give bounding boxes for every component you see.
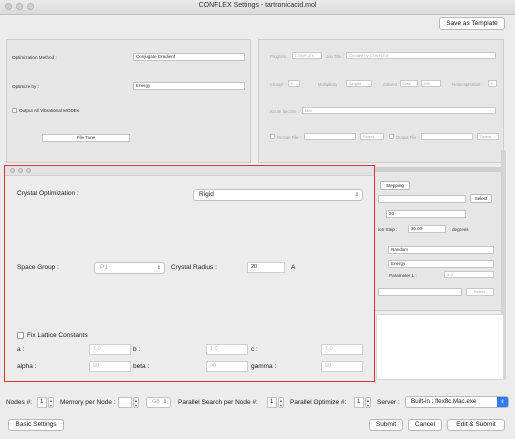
cancel-button[interactable]: Cancel bbox=[408, 419, 442, 431]
lattice-gamma-label: gamma : bbox=[251, 363, 277, 370]
output-file-label: Output File : bbox=[396, 135, 419, 140]
memory-label: Memory per Node : bbox=[60, 399, 116, 406]
submit-button[interactable]: Submit bbox=[369, 419, 403, 431]
route-field[interactable]: MM bbox=[302, 107, 496, 114]
restart-file-label: Restart File : bbox=[277, 135, 301, 140]
lattice-a-label: a : bbox=[17, 346, 25, 353]
output-vib-label: Output All Vibrational MODEs bbox=[19, 108, 80, 113]
charge-label: Charge : bbox=[270, 82, 287, 87]
output-select-button[interactable]: Select... bbox=[477, 133, 499, 140]
search-count-field[interactable]: 20 bbox=[386, 210, 466, 218]
memory-field[interactable] bbox=[118, 397, 132, 408]
crystal-close-button[interactable] bbox=[10, 168, 15, 173]
program-label: Program : bbox=[270, 54, 289, 59]
crystal-optimization-select[interactable]: Rigid ⇕ bbox=[193, 189, 363, 201]
lattice-alpha-field[interactable]: 90 bbox=[89, 361, 131, 372]
multiplicity-select[interactable]: Singlet bbox=[346, 80, 372, 87]
search-file-field[interactable] bbox=[378, 195, 466, 203]
search-select-button[interactable]: Select bbox=[470, 194, 492, 203]
parallel-opt-stepper[interactable]: ▲ ▼ bbox=[365, 397, 371, 408]
selection-mode-select[interactable]: Random bbox=[388, 246, 494, 254]
window-title: CONFLEX Settings - tartronicacid.mol bbox=[198, 2, 317, 9]
tab-stepping[interactable]: Stepping bbox=[380, 181, 410, 190]
optimize-by-field[interactable]: Energy bbox=[133, 82, 245, 90]
rotation-step-label: ion Step : bbox=[378, 227, 398, 232]
chevron-updown-icon: ⇕ bbox=[354, 192, 359, 198]
restart-select-button[interactable]: Select... bbox=[360, 133, 384, 140]
nodes-label: Nodes #: bbox=[6, 399, 33, 406]
nodes-stepper[interactable]: ▲ ▼ bbox=[48, 397, 54, 408]
solvent-select[interactable]: Gas bbox=[400, 80, 418, 87]
crystal-radius-unit: A bbox=[291, 264, 296, 271]
crystal-titlebar bbox=[5, 166, 374, 176]
rotation-step-unit: degrees bbox=[452, 227, 469, 232]
server-label: Server : bbox=[377, 399, 400, 406]
memory-unit-select[interactable]: GB ⇕ bbox=[146, 397, 171, 408]
parameter-l-label: Parameter L : bbox=[389, 273, 417, 278]
crystal-optimization-label: Crystal Optimization : bbox=[17, 190, 79, 197]
program-field[interactable]: CONFLEX bbox=[292, 52, 322, 59]
opt-method-field[interactable]: Conjugate Gradient bbox=[133, 53, 245, 61]
parallel-search-stepper[interactable]: ▲ ▼ bbox=[278, 397, 284, 408]
crystal-zoom-button[interactable] bbox=[26, 168, 31, 173]
crystal-minimize-button[interactable] bbox=[18, 168, 23, 173]
edit-submit-button[interactable]: Edit & Submit bbox=[447, 419, 505, 431]
parallel-search-label: Parallel Search per Node #: bbox=[178, 399, 258, 406]
server-select[interactable]: Built-in : flex8c.Mac.exe ⇕ bbox=[405, 396, 509, 408]
chevron-updown-icon: ⇕ bbox=[162, 399, 167, 405]
route-label: Route Section : bbox=[270, 109, 299, 114]
lattice-c-field[interactable]: 1.0 bbox=[321, 344, 363, 355]
space-group-label: Space Group : bbox=[17, 264, 59, 271]
parallel-opt-label: Parallel Optimize #: bbox=[290, 399, 347, 406]
lattice-beta-label: beta : bbox=[133, 363, 150, 370]
output-file-checkbox[interactable] bbox=[389, 134, 394, 139]
file-tune-button[interactable]: File Tune bbox=[42, 134, 130, 142]
sort-by-select[interactable]: Energy bbox=[388, 260, 494, 268]
restart-file-checkbox[interactable] bbox=[270, 134, 275, 139]
output-vib-checkbox[interactable] bbox=[12, 108, 17, 113]
nodes-field[interactable]: 1 bbox=[37, 397, 47, 408]
lattice-alpha-label: alpha : bbox=[17, 363, 37, 370]
extra-file-field[interactable] bbox=[378, 288, 462, 296]
space-group-value: P1 bbox=[100, 264, 108, 271]
multiplicity-label: Multiplicity : bbox=[318, 82, 340, 87]
extra-select-button[interactable]: Select... bbox=[466, 288, 494, 296]
job-title-label: Job Title : bbox=[326, 54, 344, 59]
save-as-template-button[interactable]: Save as Template bbox=[439, 17, 505, 30]
job-title-field[interactable]: Created by CONFLEX bbox=[346, 52, 496, 59]
parameter-l-field[interactable]: 3.0 bbox=[444, 271, 494, 278]
output-file-field[interactable] bbox=[421, 133, 473, 140]
nattempts-label: NAttemptsStart : bbox=[452, 82, 483, 87]
server-value: Built-in : flex8c.Mac.exe bbox=[411, 398, 477, 405]
crystal-window: Crystal Optimization : Rigid ⇕ Space Gro… bbox=[4, 165, 375, 382]
crystal-optimization-value: Rigid bbox=[199, 191, 214, 198]
solvent-model-select[interactable]: GB bbox=[421, 80, 441, 87]
fix-lattice-label: Fix Lattice Constants bbox=[27, 332, 88, 339]
lattice-c-label: c : bbox=[251, 346, 258, 353]
lattice-b-field[interactable]: 1.0 bbox=[206, 344, 248, 355]
crystal-radius-field[interactable]: 20 bbox=[247, 262, 285, 273]
space-group-select[interactable]: P1 ⇕ bbox=[94, 262, 165, 274]
solvent-label: Solvent : bbox=[383, 82, 400, 87]
charge-field[interactable]: 0 bbox=[288, 80, 300, 87]
restart-file-field[interactable] bbox=[304, 133, 356, 140]
parallel-opt-field[interactable]: 1 bbox=[354, 397, 364, 408]
lattice-beta-field[interactable]: 90 bbox=[206, 361, 248, 372]
chevron-updown-icon: ⇕ bbox=[156, 265, 161, 271]
log-area bbox=[376, 314, 504, 380]
lattice-b-label: b : bbox=[133, 346, 141, 353]
lattice-gamma-field[interactable]: 90 bbox=[321, 361, 363, 372]
optimize-by-label: Optimize by : bbox=[12, 84, 39, 89]
memory-stepper[interactable]: ▲ ▼ bbox=[133, 397, 139, 408]
basic-settings-button[interactable]: Basic Settings bbox=[8, 419, 64, 431]
fix-lattice-checkbox[interactable] bbox=[17, 332, 24, 339]
nattempts-field[interactable]: 0 bbox=[488, 80, 497, 87]
crystal-radius-label: Crystal Radius : bbox=[171, 264, 217, 271]
rotation-step-field[interactable]: 30.00 bbox=[408, 225, 446, 233]
opt-method-label: Optimization Method : bbox=[12, 55, 57, 60]
chevron-updown-icon: ⇕ bbox=[497, 397, 508, 407]
memory-unit-value: GB bbox=[152, 399, 160, 405]
lattice-a-field[interactable]: 1.0 bbox=[89, 344, 131, 355]
parallel-search-field[interactable]: 1 bbox=[267, 397, 277, 408]
